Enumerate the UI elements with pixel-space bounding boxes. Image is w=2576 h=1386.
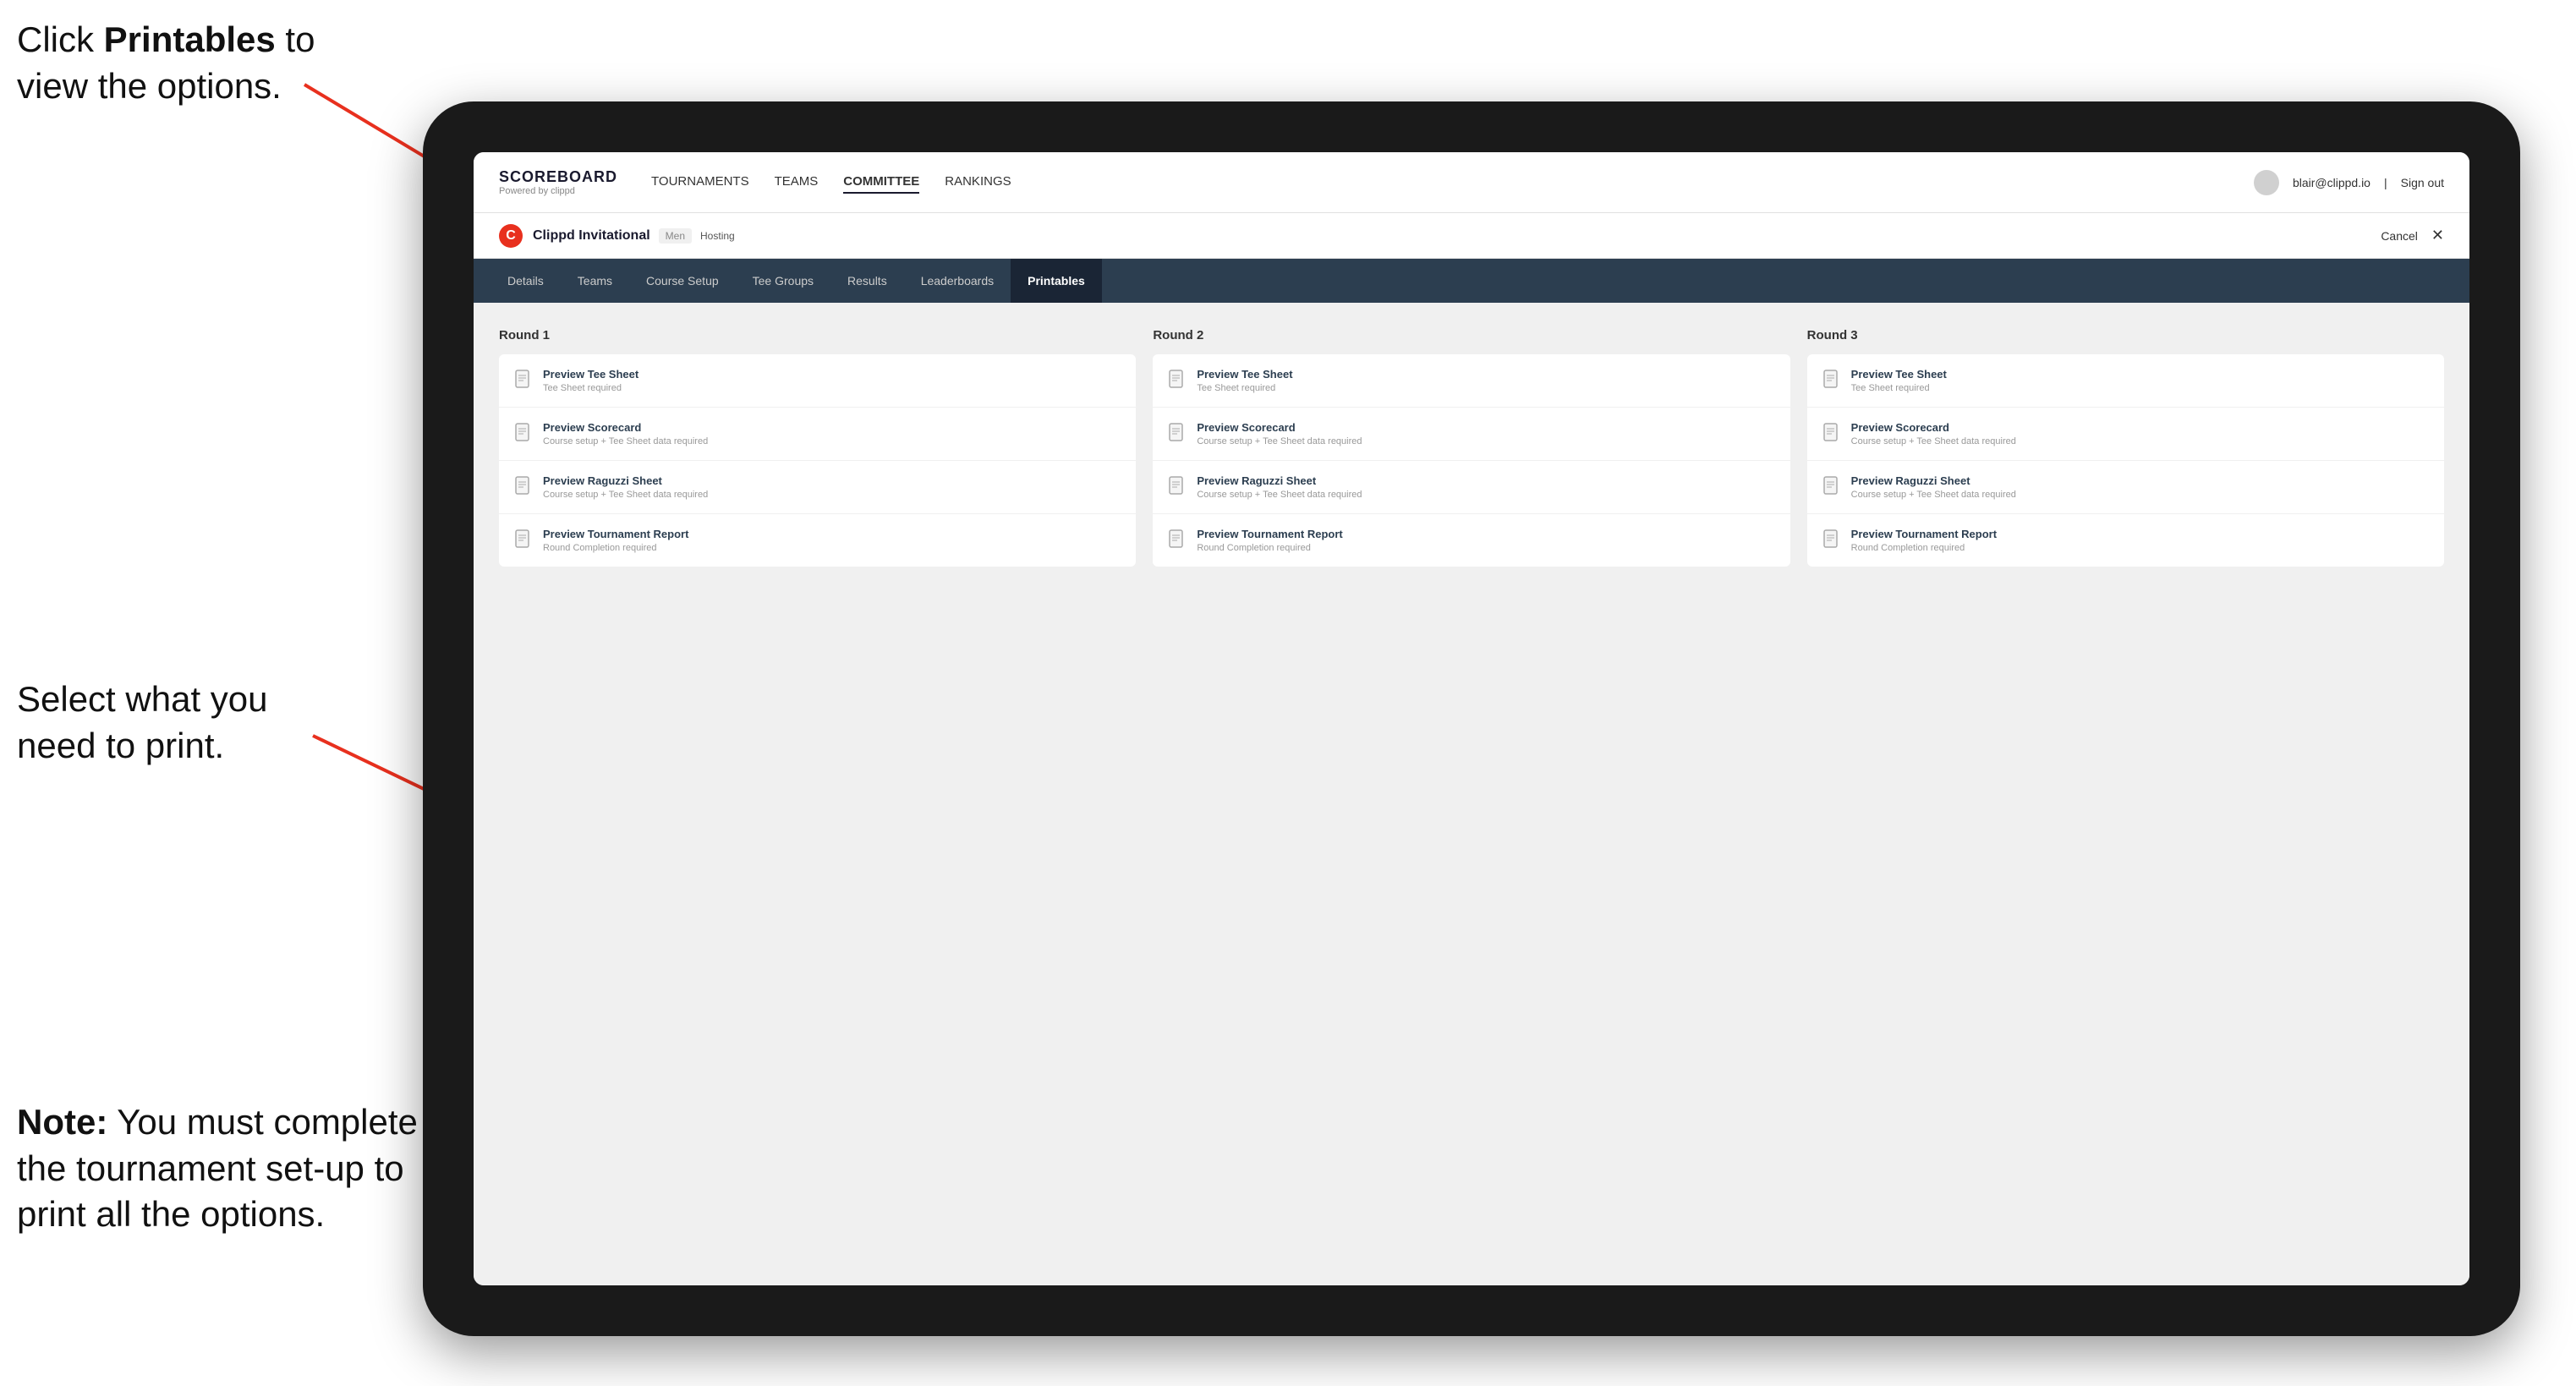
r3-report-label: Preview Tournament Report: [1851, 528, 1997, 540]
top-nav-links: TOURNAMENTS TEAMS COMMITTEE RANKINGS: [651, 171, 2254, 194]
document-icon-7: [1168, 476, 1187, 498]
annotation-bottom: Note: You must complete the tournament s…: [17, 1099, 423, 1238]
r2-raguzzi[interactable]: Preview Raguzzi Sheet Course setup + Tee…: [1153, 461, 1789, 514]
round-2-title: Round 2: [1153, 328, 1789, 342]
r3-scorecard[interactable]: Preview Scorecard Course setup + Tee She…: [1807, 408, 2444, 461]
r3-raguzzi-sub: Course setup + Tee Sheet data required: [1851, 490, 2016, 500]
tab-details[interactable]: Details: [491, 259, 561, 303]
tab-results[interactable]: Results: [830, 259, 904, 303]
scoreboard-logo: SCOREBOARD Powered by clippd: [499, 168, 617, 196]
sign-out-link[interactable]: Sign out: [2401, 176, 2444, 189]
round-2-card: Preview Tee Sheet Tee Sheet required: [1153, 354, 1789, 567]
round-1-title: Round 1: [499, 328, 1136, 342]
tab-bar: Details Teams Course Setup Tee Groups Re…: [474, 259, 2469, 303]
tournament-badge: Men: [659, 228, 692, 244]
main-content: Round 1 Preview Tee Sheet Tee S: [474, 303, 2469, 1285]
document-icon-10: [1822, 423, 1841, 445]
rounds-grid: Round 1 Preview Tee Sheet Tee S: [499, 328, 2444, 567]
top-nav: SCOREBOARD Powered by clippd TOURNAMENTS…: [474, 152, 2469, 213]
document-icon-12: [1822, 529, 1841, 551]
round-3-title: Round 3: [1807, 328, 2444, 342]
r1-scorecard-sub: Course setup + Tee Sheet data required: [543, 436, 708, 446]
r1-scorecard[interactable]: Preview Scorecard Course setup + Tee She…: [499, 408, 1136, 461]
r3-tournament-report[interactable]: Preview Tournament Report Round Completi…: [1807, 514, 2444, 567]
nav-rankings[interactable]: RANKINGS: [945, 171, 1011, 194]
round-2-column: Round 2 Preview Tee Sheet Tee S: [1153, 328, 1789, 567]
document-icon-11: [1822, 476, 1841, 498]
r3-tee-sheet-sub: Tee Sheet required: [1851, 383, 1947, 393]
round-1-card: Preview Tee Sheet Tee Sheet required: [499, 354, 1136, 567]
r3-report-sub: Round Completion required: [1851, 543, 1997, 553]
close-icon[interactable]: ✕: [2431, 227, 2444, 244]
tournament-status: Hosting: [700, 230, 735, 242]
document-icon-8: [1168, 529, 1187, 551]
r1-tee-sheet-label: Preview Tee Sheet: [543, 368, 639, 381]
document-icon-3: [514, 476, 533, 498]
document-icon-2: [514, 423, 533, 445]
r2-tee-sheet-label: Preview Tee Sheet: [1197, 368, 1292, 381]
logo-title: SCOREBOARD: [499, 168, 617, 186]
tournament-name: Clippd Invitational: [533, 228, 650, 244]
r2-raguzzi-label: Preview Raguzzi Sheet: [1197, 474, 1362, 487]
r2-raguzzi-sub: Course setup + Tee Sheet data required: [1197, 490, 1362, 500]
note-bold: Note:: [17, 1102, 107, 1142]
nav-tournaments[interactable]: TOURNAMENTS: [651, 171, 749, 194]
top-nav-right: blair@clippd.io | Sign out: [2254, 170, 2444, 195]
r3-scorecard-sub: Course setup + Tee Sheet data required: [1851, 436, 2016, 446]
nav-committee[interactable]: COMMITTEE: [843, 171, 919, 194]
r2-tee-sheet-sub: Tee Sheet required: [1197, 383, 1292, 393]
r1-raguzzi-label: Preview Raguzzi Sheet: [543, 474, 708, 487]
r1-tournament-report[interactable]: Preview Tournament Report Round Completi…: [499, 514, 1136, 567]
round-3-card: Preview Tee Sheet Tee Sheet required: [1807, 354, 2444, 567]
tab-leaderboards[interactable]: Leaderboards: [904, 259, 1011, 303]
annotation-top: Click Printables toview the options.: [17, 17, 315, 109]
tab-printables[interactable]: Printables: [1011, 259, 1102, 303]
r2-tournament-report[interactable]: Preview Tournament Report Round Completi…: [1153, 514, 1789, 567]
r1-report-label: Preview Tournament Report: [543, 528, 688, 540]
tournament-icon: C: [499, 224, 523, 248]
round-1-column: Round 1 Preview Tee Sheet Tee S: [499, 328, 1136, 567]
r3-raguzzi[interactable]: Preview Raguzzi Sheet Course setup + Tee…: [1807, 461, 2444, 514]
r1-tee-sheet[interactable]: Preview Tee Sheet Tee Sheet required: [499, 354, 1136, 408]
r1-raguzzi-sub: Course setup + Tee Sheet data required: [543, 490, 708, 500]
r1-raguzzi[interactable]: Preview Raguzzi Sheet Course setup + Tee…: [499, 461, 1136, 514]
nav-teams[interactable]: TEAMS: [775, 171, 819, 194]
user-avatar: [2254, 170, 2279, 195]
r2-scorecard-label: Preview Scorecard: [1197, 421, 1362, 434]
logo-sub: Powered by clippd: [499, 186, 617, 196]
tournament-header: C Clippd Invitational Men Hosting Cancel…: [474, 213, 2469, 259]
tab-course-setup[interactable]: Course Setup: [629, 259, 736, 303]
document-icon-6: [1168, 423, 1187, 445]
tablet-frame: SCOREBOARD Powered by clippd TOURNAMENTS…: [423, 101, 2520, 1336]
tournament-header-right: Cancel ✕: [2381, 227, 2444, 244]
r3-scorecard-label: Preview Scorecard: [1851, 421, 2016, 434]
r3-tee-sheet-label: Preview Tee Sheet: [1851, 368, 1947, 381]
document-icon: [514, 370, 533, 392]
round-3-column: Round 3 Preview Tee Sheet Tee S: [1807, 328, 2444, 567]
r2-scorecard-sub: Course setup + Tee Sheet data required: [1197, 436, 1362, 446]
r3-tee-sheet[interactable]: Preview Tee Sheet Tee Sheet required: [1807, 354, 2444, 408]
r3-raguzzi-label: Preview Raguzzi Sheet: [1851, 474, 2016, 487]
r2-tee-sheet[interactable]: Preview Tee Sheet Tee Sheet required: [1153, 354, 1789, 408]
document-icon-5: [1168, 370, 1187, 392]
printables-bold: Printables: [104, 19, 276, 59]
tablet-screen: SCOREBOARD Powered by clippd TOURNAMENTS…: [474, 152, 2469, 1285]
r1-tee-sheet-sub: Tee Sheet required: [543, 383, 639, 393]
cancel-label[interactable]: Cancel: [2381, 229, 2418, 243]
annotation-mid: Select what youneed to print.: [17, 677, 268, 769]
tab-teams[interactable]: Teams: [561, 259, 629, 303]
r2-report-sub: Round Completion required: [1197, 543, 1342, 553]
r1-report-sub: Round Completion required: [543, 543, 688, 553]
sign-out-separator: |: [2384, 176, 2387, 189]
document-icon-4: [514, 529, 533, 551]
user-email: blair@clippd.io: [2293, 176, 2370, 189]
tab-tee-groups[interactable]: Tee Groups: [736, 259, 830, 303]
r2-scorecard[interactable]: Preview Scorecard Course setup + Tee She…: [1153, 408, 1789, 461]
document-icon-9: [1822, 370, 1841, 392]
r1-scorecard-label: Preview Scorecard: [543, 421, 708, 434]
r2-report-label: Preview Tournament Report: [1197, 528, 1342, 540]
